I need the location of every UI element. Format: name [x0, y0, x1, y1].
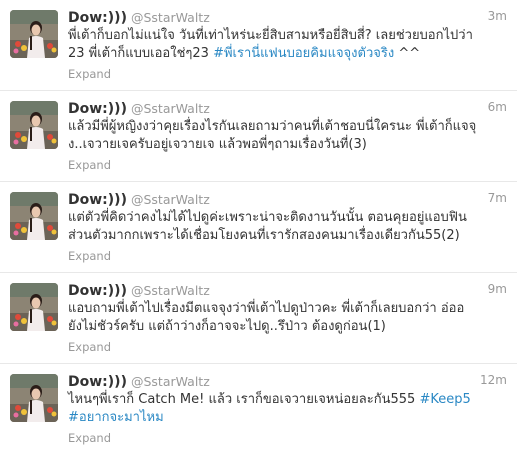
tweet-timestamp[interactable]: 7m [488, 191, 507, 205]
tweet-timestamp[interactable]: 12m [480, 373, 507, 387]
tweet-author-handle[interactable]: @SstarWaltz [131, 10, 210, 25]
expand-link[interactable]: Expand [68, 67, 507, 81]
tweet-timestamp[interactable]: 6m [488, 100, 507, 114]
tweet-timeline: Dow:))) @SstarWaltz 3m พี่เต้าก็บอกไม่แน่… [0, 0, 517, 458]
tweet-text-line: ส่วนตัวมากกเพราะได้เชื่อมโยงคนที่เรารักส… [68, 228, 460, 243]
avatar[interactable] [10, 283, 58, 331]
tweet-text-line: แอบถามพี่เต้าไปเรื่องมีตแจจุงว่าพี่เต้าไ… [68, 301, 465, 316]
tweet-author-name[interactable]: Dow:))) [68, 374, 127, 390]
expand-link[interactable]: Expand [68, 158, 507, 172]
tweet-author-handle[interactable]: @SstarWaltz [131, 192, 210, 207]
hashtag-link[interactable]: #พี่เรานี่แฟนบอยคิมแจจุงตัวจริง [213, 46, 394, 61]
hashtag-link[interactable]: #Keep5 [419, 392, 470, 407]
tweet-text: ไหนๆพี่เราก็ Catch Me! แล้ว เราก็ขอเจวาย… [68, 391, 500, 427]
tweet-text-line: ยังไม่ชัวร์ครับ แต่ถ้าว่างก็อาจจะไปดู..ร… [68, 319, 386, 334]
tweet-timestamp[interactable]: 9m [488, 282, 507, 296]
tweet-text: แต่ตัวพี่คิดว่าคงไม่ได้ไปดูค่ะเพราะน่าจะ… [68, 209, 500, 245]
tweet-text: แอบถามพี่เต้าไปเรื่องมีตแจจุงว่าพี่เต้าไ… [68, 300, 500, 336]
tweet-text: แล้วมีพี่ผู้หญิงงว่าคุยเรื่องไรกันเลยถาม… [68, 118, 500, 154]
tweet-text-line: 23 พี่เต้าก็แบบเออใช่ๆ23 [68, 46, 214, 61]
tweet-item[interactable]: Dow:))) @SstarWaltz 9m แอบถามพี่เต้าไปเรื… [0, 273, 517, 364]
tweet-text-line: ไหนๆพี่เราก็ Catch Me! แล้ว เราก็ขอเจวาย… [68, 392, 420, 407]
tweet-text: พี่เต้าก็บอกไม่แน่ใจ วันที่เท่าไหร่นะยี่… [68, 27, 500, 63]
tweet-author-handle[interactable]: @SstarWaltz [131, 101, 210, 116]
tweet-author-name[interactable]: Dow:))) [68, 101, 127, 117]
tweet-author-name[interactable]: Dow:))) [68, 10, 127, 26]
avatar[interactable] [10, 101, 58, 149]
tweet-item[interactable]: Dow:))) @SstarWaltz 12m ไหนๆพี่เราก็ Catc… [0, 364, 517, 458]
expand-link[interactable]: Expand [68, 431, 507, 445]
tweet-author-handle[interactable]: @SstarWaltz [131, 283, 210, 298]
hashtag-link[interactable]: #อยากจะมาไหม [68, 410, 164, 425]
tweet-item[interactable]: Dow:))) @SstarWaltz 7m แต่ตัวพี่คิดว่าคงไ… [0, 182, 517, 273]
expand-link[interactable]: Expand [68, 340, 507, 354]
tweet-text-line: ง..เจวายเจครับอยู่เจวายเจ แล้วพอพี่ๆถามเ… [68, 137, 367, 152]
avatar[interactable] [10, 192, 58, 240]
avatar[interactable] [10, 374, 58, 422]
tweet-text-line: แล้วมีพี่ผู้หญิงงว่าคุยเรื่องไรกันเลยถาม… [68, 119, 477, 134]
tweet-timestamp[interactable]: 3m [488, 9, 507, 23]
tweet-text-line: พี่เต้าก็บอกไม่แน่ใจ วันที่เท่าไหร่นะยี่… [68, 28, 473, 43]
tweet-author-name[interactable]: Dow:))) [68, 192, 127, 208]
tweet-author-name[interactable]: Dow:))) [68, 283, 127, 299]
avatar[interactable] [10, 10, 58, 58]
tweet-item[interactable]: Dow:))) @SstarWaltz 6m แล้วมีพี่ผู้หญิงงว… [0, 91, 517, 182]
tweet-text-suffix: ^^ [394, 46, 421, 61]
tweet-text-line: แต่ตัวพี่คิดว่าคงไม่ได้ไปดูค่ะเพราะน่าจะ… [68, 210, 467, 225]
tweet-item[interactable]: Dow:))) @SstarWaltz 3m พี่เต้าก็บอกไม่แน่… [0, 0, 517, 91]
tweet-author-handle[interactable]: @SstarWaltz [131, 374, 210, 389]
expand-link[interactable]: Expand [68, 249, 507, 263]
